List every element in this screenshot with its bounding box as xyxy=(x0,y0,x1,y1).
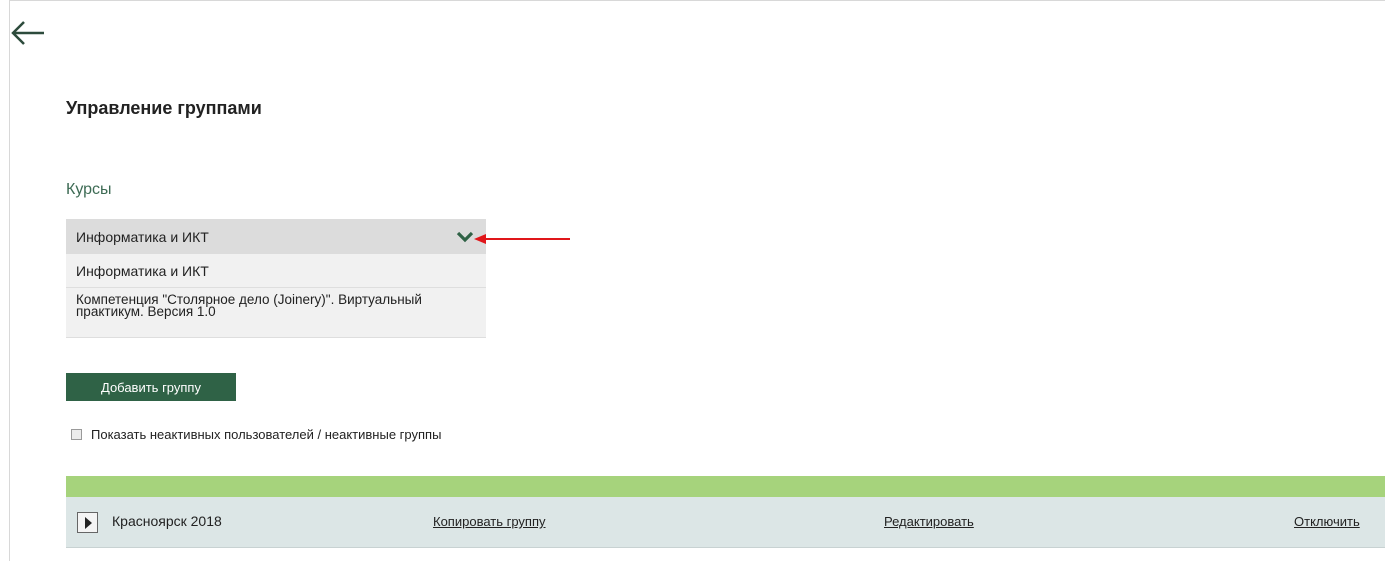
table-row: Красноярск 2018 Копировать группу Редакт… xyxy=(66,497,1385,548)
course-option[interactable]: Компетенция "Столярное дело (Joinery)". … xyxy=(66,288,486,338)
course-select-value: Информатика и ИКТ xyxy=(76,228,209,245)
left-border xyxy=(9,0,10,561)
groups-header-band xyxy=(66,476,1385,497)
red-arrow-icon xyxy=(474,234,570,244)
group-name: Красноярск 2018 xyxy=(112,513,222,529)
arrow-left-icon xyxy=(11,21,44,45)
disable-group-link[interactable]: Отключить xyxy=(1294,514,1360,529)
page-title: Управление группами xyxy=(66,98,262,118)
copy-group-link[interactable]: Копировать группу xyxy=(433,514,546,529)
show-inactive-checkbox[interactable] xyxy=(71,429,82,440)
course-option[interactable]: Информатика и ИКТ xyxy=(66,254,486,288)
back-button[interactable] xyxy=(8,18,48,48)
add-group-button[interactable]: Добавить группу xyxy=(66,373,236,401)
course-select[interactable]: Информатика и ИКТ Информатика и ИКТ Комп… xyxy=(66,219,486,338)
edit-group-link[interactable]: Редактировать xyxy=(884,514,974,529)
show-inactive-label: Показать неактивных пользователей / неак… xyxy=(91,427,442,442)
show-inactive-filter[interactable]: Показать неактивных пользователей / неак… xyxy=(71,427,441,442)
courses-label: Курсы xyxy=(66,181,112,198)
top-border xyxy=(9,0,1385,1)
expand-play-icon[interactable] xyxy=(77,512,98,533)
course-select-current[interactable]: Информатика и ИКТ xyxy=(66,219,486,254)
